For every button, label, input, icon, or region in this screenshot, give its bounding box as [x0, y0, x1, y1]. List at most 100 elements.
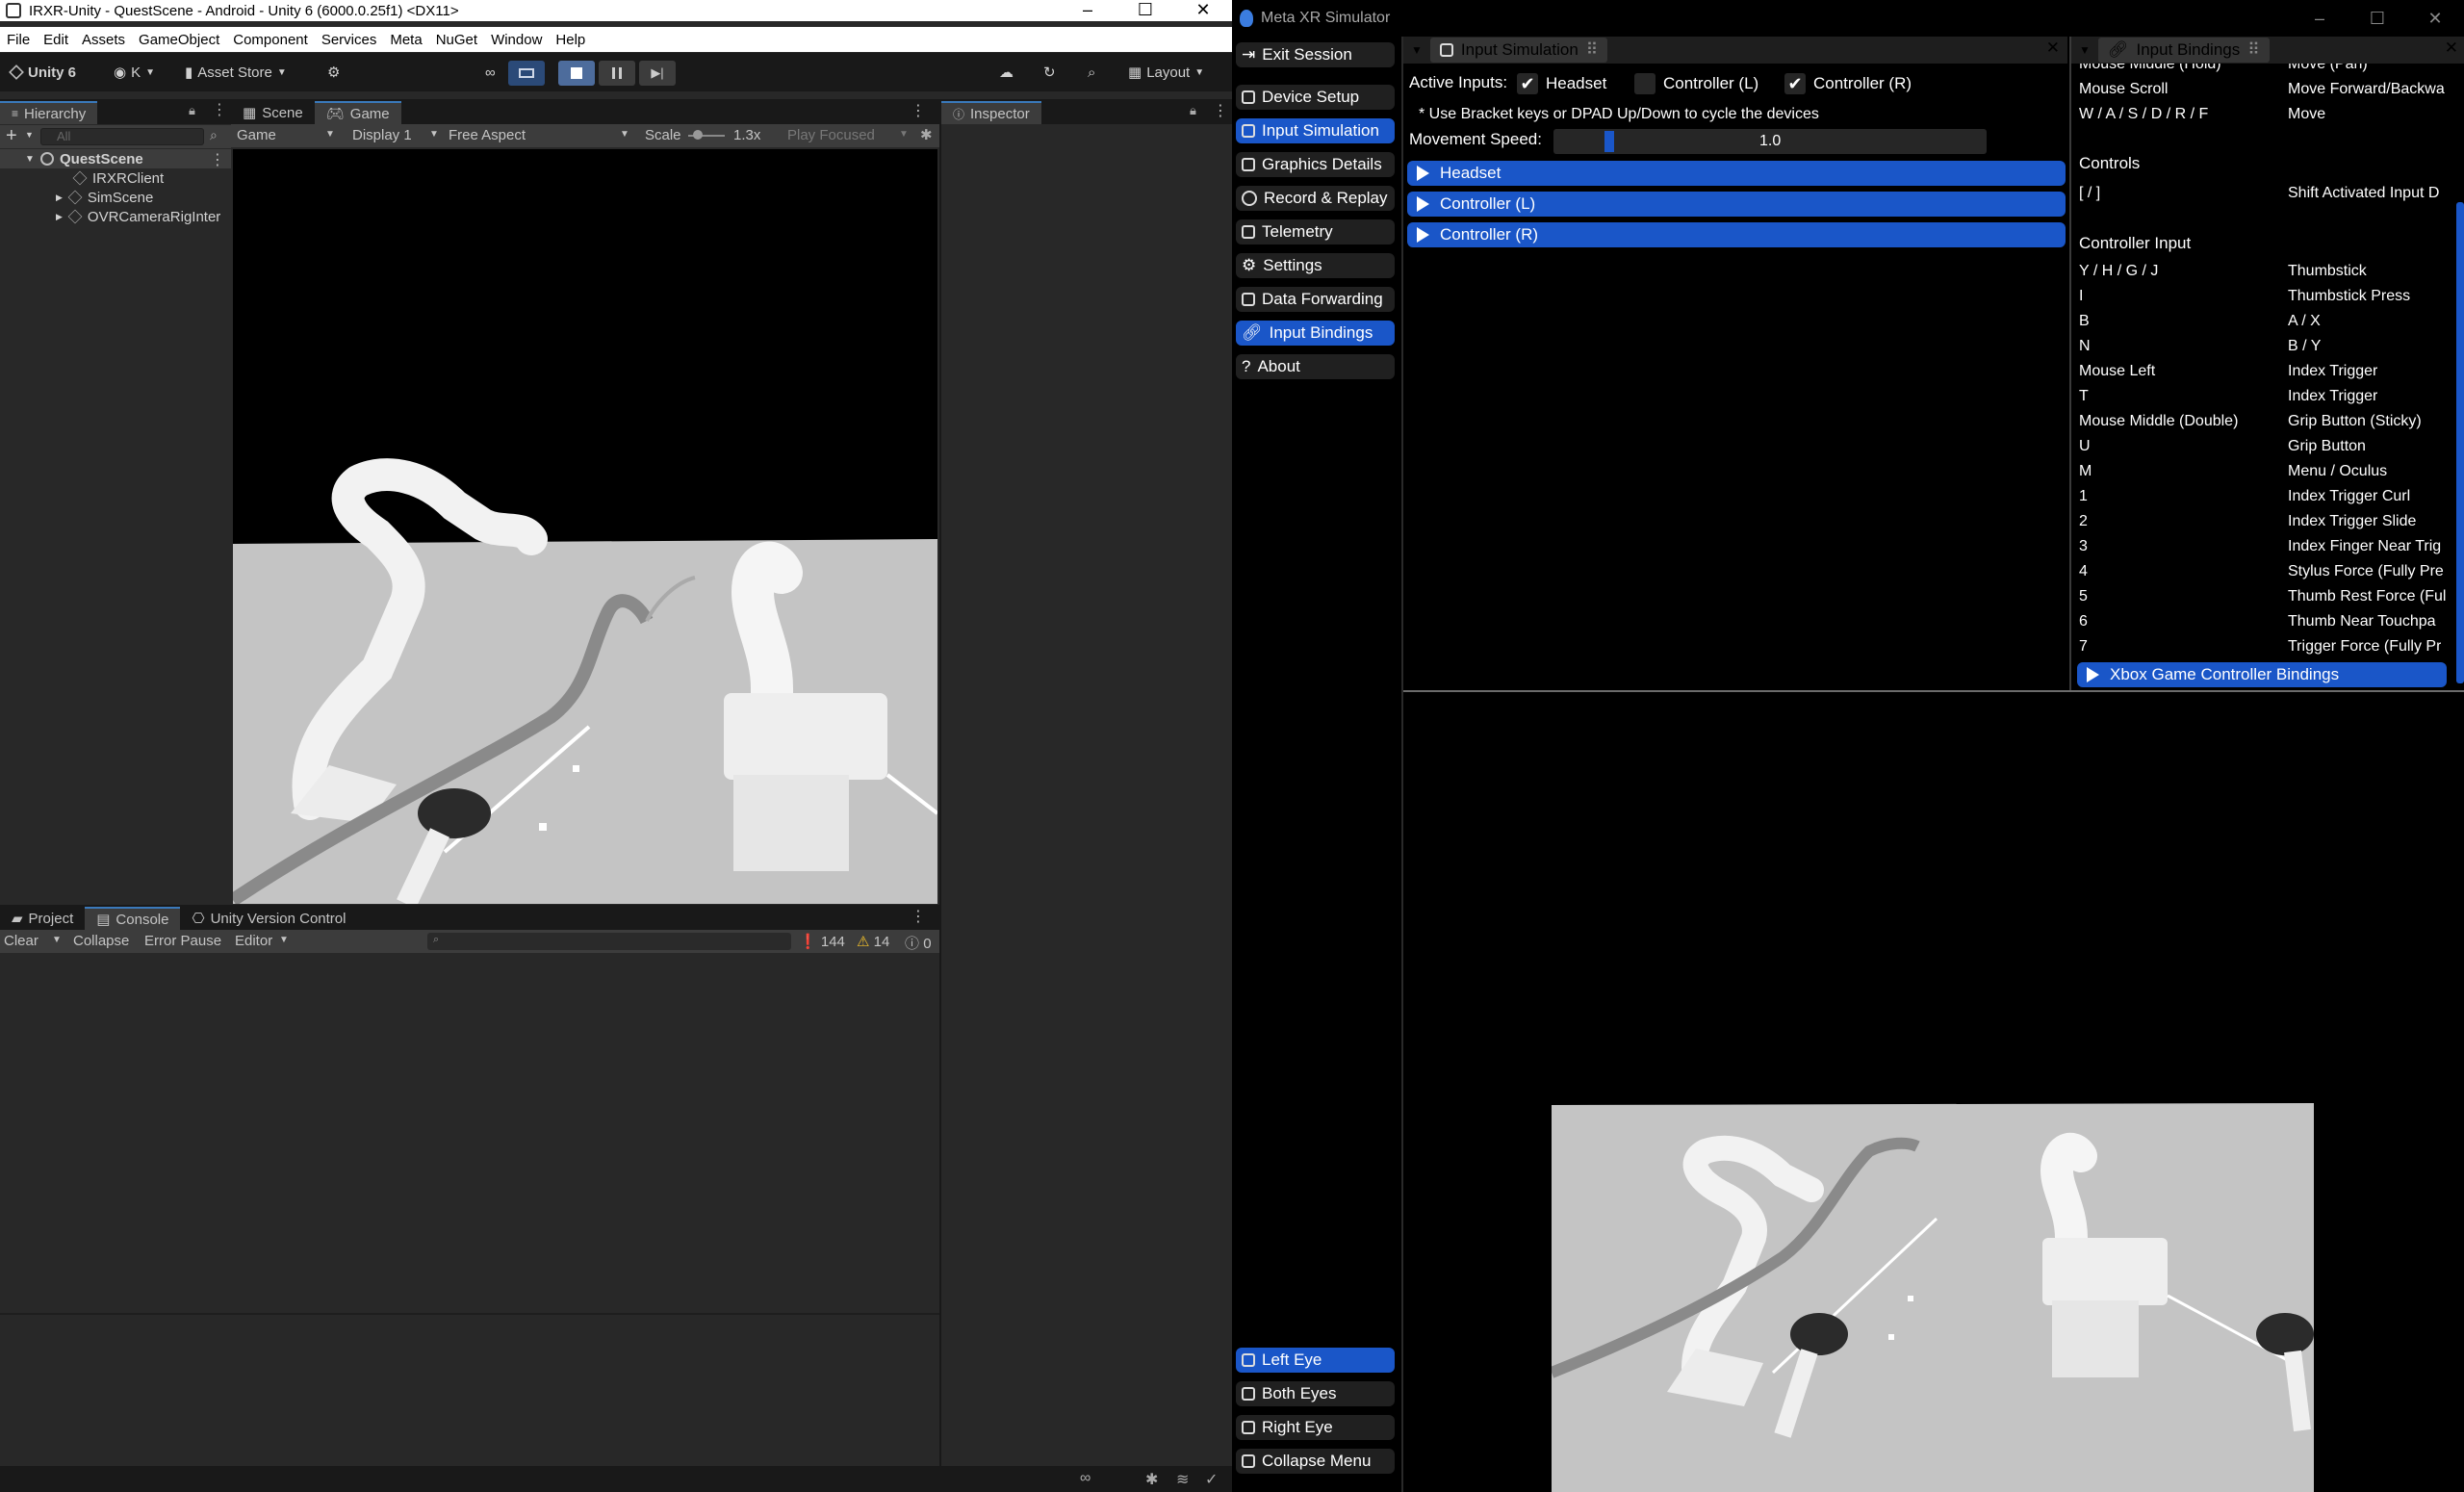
meta-status-icon[interactable]: ∞ [1080, 1470, 1091, 1487]
bug-icon[interactable]: ✱ [920, 126, 933, 143]
tab-console[interactable]: ▤ Console [85, 907, 181, 930]
collapse-menu-button[interactable]: Collapse Menu [1236, 1449, 1395, 1474]
game-viewport[interactable] [233, 149, 937, 904]
tab-hierarchy[interactable]: ≡ Hierarchy [0, 101, 98, 124]
movement-speed-slider-knob[interactable] [1604, 131, 1614, 152]
more-options-icon[interactable]: ⋮ [911, 907, 926, 926]
close-panel-icon[interactable]: ✕ [2046, 39, 2060, 58]
build-profile-button[interactable]: ⚙ [327, 61, 340, 84]
menu-component[interactable]: Component [233, 32, 308, 48]
sidebar-item-telemetry[interactable]: Telemetry [1236, 219, 1395, 244]
step-button[interactable]: ▶| [639, 61, 676, 86]
hierarchy-item[interactable]: ▶ OVRCameraRigInter [56, 207, 220, 226]
more-options-icon[interactable]: ⋮ [212, 100, 227, 119]
sidebar-item-settings[interactable]: ⚙ Settings [1236, 253, 1395, 278]
lock-icon[interactable]: 🔒︎ [1190, 103, 1196, 118]
sidebar-item-about[interactable]: ? About [1236, 354, 1395, 379]
menu-gameobject[interactable]: GameObject [139, 32, 219, 48]
layers-icon[interactable]: ≋ [1176, 1470, 1189, 1489]
display-dropdown[interactable]: Display 1 [352, 127, 412, 143]
section-controller-l[interactable]: Controller (L) [1407, 192, 2066, 217]
menu-edit[interactable]: Edit [43, 32, 68, 48]
section-controller-r[interactable]: Controller (R) [1407, 222, 2066, 247]
menu-meta[interactable]: Meta [390, 32, 422, 48]
aspect-dropdown[interactable]: Free Aspect [449, 127, 526, 143]
menu-window[interactable]: Window [491, 32, 542, 48]
expand-arrow-icon[interactable]: ▶ [56, 193, 63, 203]
minimize-button[interactable]: – [1059, 0, 1116, 21]
both-eyes-button[interactable]: Both Eyes [1236, 1381, 1395, 1406]
menu-assets[interactable]: Assets [82, 32, 125, 48]
chevron-down-icon[interactable]: ▼ [25, 130, 34, 140]
error-count-toggle[interactable]: ⓘ 0 [905, 933, 932, 953]
tab-input-bindings[interactable]: 🔗︎ Input Bindings ⠿ [2097, 38, 2270, 63]
maximize-button[interactable]: ☐ [2348, 0, 2406, 37]
controller-r-checkbox[interactable]: ✔ [1784, 73, 1806, 94]
hierarchy-scene-row[interactable]: ▼ QuestScene [25, 149, 143, 168]
game-mode-dropdown[interactable]: Game [237, 127, 276, 143]
section-headset[interactable]: Headset [1407, 161, 2066, 186]
sidebar-item-graphics-details[interactable]: Graphics Details [1236, 152, 1395, 177]
sidebar-item-data-forwarding[interactable]: Data Forwarding [1236, 287, 1395, 312]
bindings-scrollbar[interactable] [2456, 202, 2464, 683]
menu-file[interactable]: File [7, 32, 30, 48]
asset-store-dropdown[interactable]: ▮ Asset Store ▼ [185, 61, 287, 84]
menu-nuget[interactable]: NuGet [436, 32, 477, 48]
console-splitter[interactable] [0, 1313, 939, 1315]
chevron-down-icon[interactable]: ▼ [52, 935, 62, 945]
maximize-button[interactable]: ☐ [1116, 0, 1174, 21]
sidebar-item-record-replay[interactable]: Record & Replay [1236, 186, 1395, 211]
warning-count-toggle[interactable]: ⚠ 14 [857, 933, 889, 950]
collapse-button[interactable]: Collapse [73, 933, 129, 949]
panel-horizontal-splitter[interactable] [1403, 690, 2464, 692]
section-xbox-bindings[interactable]: Xbox Game Controller Bindings [2077, 662, 2447, 687]
sidebar-item-input-simulation[interactable]: Input Simulation [1236, 118, 1395, 143]
error-pause-button[interactable]: Error Pause [144, 933, 221, 949]
menu-services[interactable]: Services [321, 32, 377, 48]
account-dropdown[interactable]: ◉ K ▼ [114, 61, 155, 84]
close-button[interactable]: ✕ [2406, 0, 2464, 37]
minimize-button[interactable]: – [2291, 0, 2348, 37]
log-count-toggle[interactable]: ❗ 144 [799, 933, 845, 950]
tab-version-control[interactable]: ⎔ Unity Version Control [180, 907, 357, 930]
sidebar-item-input-bindings[interactable]: 🔗︎ Input Bindings [1236, 321, 1395, 346]
pause-button[interactable] [599, 61, 635, 86]
meta-quick-actions-button[interactable]: ∞ [485, 61, 496, 84]
headset-checkbox-row[interactable]: ✔ Headset [1517, 73, 1606, 94]
expand-arrow-icon[interactable]: ▶ [56, 212, 63, 222]
close-panel-icon[interactable]: ✕ [2445, 39, 2458, 58]
panel-menu-arrow-icon[interactable]: ▼ [2079, 43, 2091, 57]
menu-help[interactable]: Help [555, 32, 585, 48]
hierarchy-item[interactable]: IRXRClient [72, 168, 164, 188]
simulator-viewport[interactable] [1552, 1103, 2314, 1492]
tab-project[interactable]: ▰ Project [0, 907, 85, 930]
cloud-button[interactable]: ☁ [999, 61, 1014, 84]
exit-session-button[interactable]: ⇥ Exit Session [1236, 42, 1395, 67]
tab-scene[interactable]: ▦ Scene [231, 101, 315, 124]
hierarchy-item[interactable]: ▶ SimScene [56, 188, 153, 207]
console-search-input[interactable]: ⌕ [427, 933, 791, 950]
drag-handle-icon[interactable]: ⠿ [1586, 40, 1598, 60]
clear-button[interactable]: Clear [4, 933, 38, 949]
sidebar-item-device-setup[interactable]: Device Setup [1236, 85, 1395, 110]
editor-dropdown[interactable]: Editor [235, 933, 272, 949]
layout-dropdown[interactable]: ▦ Layout ▼ [1128, 61, 1204, 84]
check-circle-icon[interactable]: ✓ [1205, 1470, 1218, 1489]
play-button[interactable] [558, 61, 595, 86]
controller-l-checkbox-row[interactable]: Controller (L) [1634, 73, 1758, 94]
tab-input-simulation[interactable]: Input Simulation ⠿ [1429, 38, 1608, 63]
search-button[interactable]: ⌕ [1088, 61, 1095, 84]
scene-more-icon[interactable]: ⋮ [210, 150, 225, 169]
lock-icon[interactable]: 🔒︎ [189, 103, 195, 118]
unity-version-button[interactable]: Unity 6 [9, 61, 76, 84]
scene-search-icon[interactable]: ⌕ [210, 127, 218, 143]
expand-arrow-icon[interactable]: ▼ [25, 154, 35, 165]
xr-sim-toggle-button[interactable] [508, 61, 545, 86]
right-eye-button[interactable]: Right Eye [1236, 1415, 1395, 1440]
add-icon[interactable]: + [6, 125, 17, 147]
scale-slider-knob[interactable] [693, 130, 703, 140]
play-focus-dropdown[interactable]: Play Focused [787, 127, 875, 143]
hierarchy-search-input[interactable]: All [40, 128, 204, 145]
left-eye-button[interactable]: Left Eye [1236, 1348, 1395, 1373]
drag-handle-icon[interactable]: ⠿ [2247, 40, 2259, 60]
